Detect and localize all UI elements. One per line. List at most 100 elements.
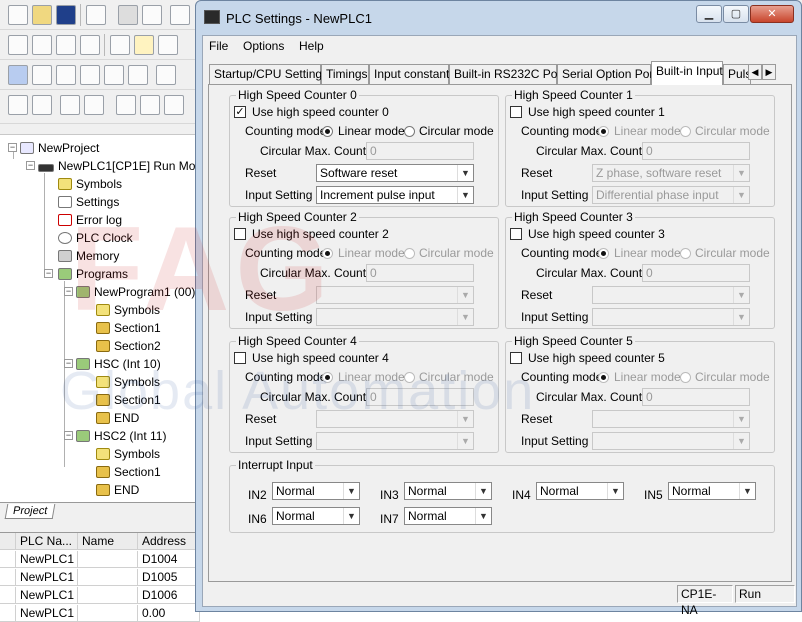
hsc2-use-checkbox[interactable]: [234, 228, 246, 240]
tree-hsc[interactable]: HSC (Int 10): [76, 355, 161, 373]
grid-cell[interactable]: D1005: [138, 569, 200, 586]
minimize-button[interactable]: ▁: [696, 5, 722, 23]
tree-plc[interactable]: NewPLC1[CP1E] Run Mod: [38, 157, 202, 175]
in6-select[interactable]: Normal ▼: [272, 507, 360, 525]
open-folder-icon[interactable]: [32, 5, 52, 25]
in4-select[interactable]: Normal ▼: [536, 482, 624, 500]
menu-options[interactable]: Options: [243, 39, 284, 53]
online-icon[interactable]: [80, 65, 100, 85]
hsc3-reset-select[interactable]: ▼: [592, 286, 750, 304]
hsc3-circmax-input[interactable]: 0: [642, 264, 750, 282]
grid-cell[interactable]: 0.00: [138, 605, 200, 622]
tab-timings[interactable]: Timings: [321, 64, 369, 84]
window-icon[interactable]: [8, 65, 28, 85]
tree-hsc-symbols[interactable]: Symbols: [96, 373, 160, 391]
hsc1-reset-select[interactable]: Z phase, software reset ▼: [592, 164, 750, 182]
hsc3-circular-radio[interactable]: [680, 248, 691, 259]
format-icon[interactable]: [84, 95, 104, 115]
in3-select[interactable]: Normal ▼: [404, 482, 492, 500]
in5-select[interactable]: Normal ▼: [668, 482, 756, 500]
tree-error-log[interactable]: Error log: [58, 211, 122, 229]
compare-icon[interactable]: [128, 65, 148, 85]
grid-cell[interactable]: [78, 569, 138, 586]
grid-cell[interactable]: NewPLC1: [16, 587, 78, 604]
hsc4-reset-select[interactable]: ▼: [316, 410, 474, 428]
network-icon[interactable]: [156, 65, 176, 85]
indent-icon[interactable]: [8, 95, 28, 115]
in2-select[interactable]: Normal ▼: [272, 482, 360, 500]
grid-cell[interactable]: D1006: [138, 587, 200, 604]
coil-icon[interactable]: [140, 95, 160, 115]
grid-cell[interactable]: NewPLC1: [16, 569, 78, 586]
tree-hsc2-end[interactable]: END: [96, 481, 139, 499]
tab-project[interactable]: Project: [4, 504, 56, 519]
tree-program1[interactable]: NewProgram1 (00): [76, 283, 195, 301]
tree-hsc2-symbols[interactable]: Symbols: [96, 445, 160, 463]
hsc1-use-checkbox[interactable]: [510, 106, 522, 118]
hsc3-linear-radio[interactable]: [598, 248, 609, 259]
tree-memory[interactable]: Memory: [58, 247, 119, 265]
zoom-out-icon[interactable]: [80, 35, 100, 55]
collapse-toggle[interactable]: −: [64, 359, 73, 368]
chart-icon[interactable]: [56, 65, 76, 85]
grid-header-name[interactable]: Name: [78, 533, 138, 550]
tree-hsc2-section1[interactable]: Section1: [96, 463, 161, 481]
hsc1-circular-radio[interactable]: [680, 126, 691, 137]
hsc1-circmax-input[interactable]: 0: [642, 142, 750, 160]
collapse-toggle[interactable]: −: [44, 269, 53, 278]
hsc4-circular-radio[interactable]: [404, 372, 415, 383]
hsc2-reset-select[interactable]: ▼: [316, 286, 474, 304]
close-button[interactable]: ✕: [750, 5, 794, 23]
hsc4-use-checkbox[interactable]: [234, 352, 246, 364]
hsc0-circular-radio[interactable]: [404, 126, 415, 137]
collapse-toggle[interactable]: −: [64, 287, 73, 296]
hsc2-circmax-input[interactable]: 0: [366, 264, 474, 282]
preview-icon[interactable]: [142, 5, 162, 25]
tools-icon[interactable]: [32, 35, 52, 55]
hsc2-input-select[interactable]: ▼: [316, 308, 474, 326]
hsc5-circmax-input[interactable]: 0: [642, 388, 750, 406]
hsc4-circmax-input[interactable]: 0: [366, 388, 474, 406]
grid-cell[interactable]: NewPLC1: [16, 551, 78, 568]
tree-project[interactable]: NewProject: [20, 139, 99, 157]
grid-cell[interactable]: [78, 551, 138, 568]
contact-icon[interactable]: [116, 95, 136, 115]
hsc0-reset-select[interactable]: Software reset ▼: [316, 164, 474, 182]
outdent-icon[interactable]: [32, 95, 52, 115]
tree-hsc-end[interactable]: END: [96, 409, 139, 427]
monitor-icon[interactable]: [32, 65, 52, 85]
tab-serial-option[interactable]: Serial Option Port: [557, 64, 657, 84]
cut-icon[interactable]: [170, 5, 190, 25]
hsc5-circular-radio[interactable]: [680, 372, 691, 383]
collapse-toggle[interactable]: −: [64, 431, 73, 440]
hsc5-reset-select[interactable]: ▼: [592, 410, 750, 428]
collapse-toggle[interactable]: −: [8, 143, 17, 152]
hsc5-input-select[interactable]: ▼: [592, 432, 750, 450]
zoom-icon[interactable]: [8, 35, 28, 55]
grid-cell[interactable]: NewPLC1: [16, 605, 78, 622]
new-file-icon[interactable]: [8, 5, 28, 25]
tree-p1-section1[interactable]: Section1: [96, 319, 161, 337]
list-icon[interactable]: [158, 35, 178, 55]
tree-settings[interactable]: Settings: [58, 193, 119, 211]
function-icon[interactable]: [164, 95, 184, 115]
hsc5-linear-radio[interactable]: [598, 372, 609, 383]
grid-cell[interactable]: D1004: [138, 551, 200, 568]
tree-hsc-section1[interactable]: Section1: [96, 391, 161, 409]
tab-input-constant[interactable]: Input constant: [369, 64, 449, 84]
comment-icon[interactable]: [134, 35, 154, 55]
hsc3-input-select[interactable]: ▼: [592, 308, 750, 326]
menu-help[interactable]: Help: [299, 39, 324, 53]
menu-file[interactable]: File: [209, 39, 228, 53]
grid-header-plc[interactable]: PLC Na...: [16, 533, 78, 550]
hsc2-circular-radio[interactable]: [404, 248, 415, 259]
tab-rs232c[interactable]: Built-in RS232C Port: [449, 64, 565, 84]
tree-programs[interactable]: Programs: [58, 265, 128, 283]
hsc1-linear-radio[interactable]: [598, 126, 609, 137]
transfer-icon[interactable]: [104, 65, 124, 85]
hsc4-input-select[interactable]: ▼: [316, 432, 474, 450]
save-icon[interactable]: [56, 5, 76, 25]
in7-select[interactable]: Normal ▼: [404, 507, 492, 525]
tab-scroll-right-icon[interactable]: ▶: [762, 64, 776, 80]
hsc3-use-checkbox[interactable]: [510, 228, 522, 240]
